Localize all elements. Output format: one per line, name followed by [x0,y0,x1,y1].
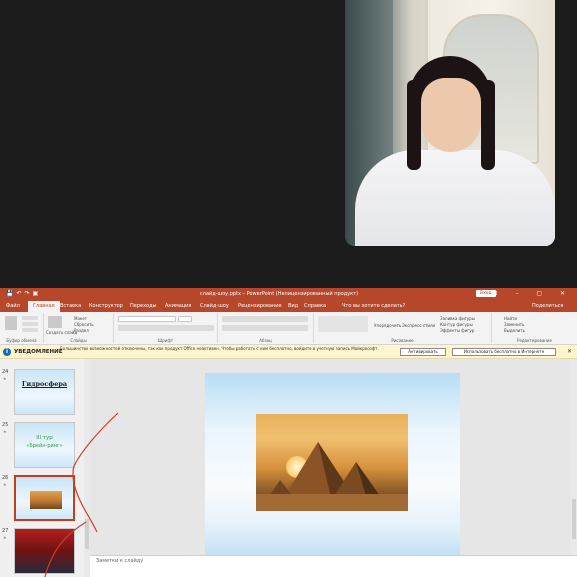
find-button[interactable]: Найти [504,316,517,321]
new-slide-button[interactable] [48,316,62,328]
webcam-video-tile [345,0,555,246]
slide-number: 25 [2,422,9,428]
section-button[interactable]: Раздел [74,328,89,333]
group-editing: Найти Заменить Выделить Редактирование [492,313,577,343]
tab-review[interactable]: Рецензирование [238,303,282,309]
slide-scrollbar-thumb[interactable] [572,499,576,539]
share-button[interactable]: Поделиться [532,303,563,309]
alignment-buttons[interactable] [222,325,308,331]
participant-hair-right [481,80,495,170]
group-label-slides: Слайды [70,338,87,343]
slide-canvas[interactable] [205,373,460,562]
font-size-select[interactable] [178,316,192,322]
tab-transitions[interactable]: Переходы [130,303,157,309]
new-slide-label: Создать слайд [46,330,78,335]
star-icon: ★ [3,376,7,381]
pyramids-thumbnail-image [30,491,62,509]
info-icon: i [3,348,11,356]
ribbon-tabs: Файл Главная Вставка Конструктор Переход… [0,300,577,312]
workspace: 24 ★ Гидросфера 25 ★ III тур «Брейн-ринг… [0,359,577,577]
tab-view[interactable]: Вид [288,303,298,309]
slide-number: 27 [2,528,9,534]
notes-placeholder: Заметки к слайду [96,558,144,564]
participant-shirt [355,150,555,246]
group-font: Шрифт [114,313,218,343]
list-buttons[interactable] [222,316,308,322]
slide-thumbnail-24[interactable]: Гидросфера [14,369,75,415]
group-paragraph: Абзац [218,313,314,343]
slide-number: 24 [2,369,9,375]
slide-number: 26 [2,475,9,481]
tab-help[interactable]: Справка [304,303,326,309]
reset-button[interactable]: Сбросить [74,322,94,327]
group-clipboard: Буфер обмена [0,313,44,343]
use-free-online-button[interactable]: Использовать бесплатно в Интернете [452,348,556,356]
tab-file[interactable]: Файл [6,303,20,309]
star-icon: ★ [3,535,7,540]
group-label-clipboard: Буфер обмена [6,338,37,343]
slide-scrollbar[interactable] [571,359,577,555]
notification-title: УВЕДОМЛЕНИЕ [14,349,63,355]
notification-bar: i УВЕДОМЛЕНИЕ Большинство возможностей о… [0,345,577,359]
tell-me-search[interactable]: Что вы хотите сделать? [342,303,405,309]
tab-insert[interactable]: Вставка [60,303,81,309]
screen: 💾↶↷▣ слайд-шоу.pptx – PowerPoint (Нелице… [0,0,577,577]
shape-outline-button[interactable]: Контур фигуры [440,322,473,327]
tab-design[interactable]: Конструктор [89,303,123,309]
powerpoint-window: 💾↶↷▣ слайд-шоу.pptx – PowerPoint (Нелице… [0,288,577,577]
thumbnail-scrollbar[interactable] [84,359,90,577]
font-format-buttons[interactable] [118,325,214,331]
group-drawing: Упорядочить Экспресс-стили Заливка фигур… [314,313,492,343]
tab-home[interactable]: Главная [28,301,60,312]
pyramids-drawing [256,442,408,511]
group-slides: Создать слайд Макет Сбросить Раздел Слай… [44,313,114,343]
thumbnail-scrollbar-thumb[interactable] [85,519,89,549]
group-label-paragraph: Абзац [259,338,272,343]
select-button[interactable]: Выделить [504,328,525,333]
group-label-drawing: Рисование [391,338,414,343]
ribbon: Буфер обмена Создать слайд Макет Сбросит… [0,312,577,345]
shape-fill-button[interactable]: Заливка фигуры [440,316,475,321]
slide-thumbnail-line1: III тур [36,435,53,441]
slide-thumbnail-25[interactable]: III тур «Брейн-ринг» [14,422,75,468]
font-name-select[interactable] [118,316,176,322]
activate-button[interactable]: Активировать [400,348,446,356]
shapes-gallery[interactable] [318,316,368,332]
close-icon[interactable]: ✕ [567,348,572,355]
slide-thumbnail-27[interactable] [14,528,75,574]
paste-button[interactable] [5,316,17,330]
pyramids-image[interactable] [256,414,408,511]
quick-access-toolbar[interactable]: 💾↶↷▣ [6,290,41,297]
participant-hair-left [407,80,421,170]
slide-thumbnail-26[interactable] [14,475,75,521]
desert-ground [256,494,408,511]
participant-face [421,78,481,152]
quick-styles-button[interactable]: Экспресс-стили [402,323,435,328]
layout-button[interactable]: Макет [74,316,87,321]
group-label-editing: Редактирование [517,338,552,343]
shape-effects-button[interactable]: Эффекты фигур [440,328,474,333]
replace-button[interactable]: Заменить [504,322,524,327]
arrange-button[interactable]: Упорядочить [374,323,401,328]
tab-animations[interactable]: Анимация [165,303,191,309]
notes-pane[interactable]: Заметки к слайду [90,555,577,577]
slide-thumbnail-pane: 24 ★ Гидросфера 25 ★ III тур «Брейн-ринг… [0,359,90,577]
window-title: слайд-шоу.pptx – PowerPoint (Нелицензиро… [200,291,359,297]
title-bar: 💾↶↷▣ слайд-шоу.pptx – PowerPoint (Нелице… [0,288,577,300]
slide-thumbnail-title: Гидросфера [21,380,68,388]
star-icon: ★ [3,482,7,487]
copy-button[interactable] [22,322,38,326]
star-icon: ★ [3,429,7,434]
group-label-font: Шрифт [157,338,174,343]
format-painter-button[interactable] [22,328,38,332]
notification-message: Большинство возможностей отключены, так … [60,346,379,351]
slide-thumbnail-line2: «Брейн-ринг» [26,443,63,449]
window-controls[interactable]: ⊟ – ▢ ✕ [493,290,573,297]
tab-slideshow[interactable]: Слайд-шоу [200,303,229,309]
cut-button[interactable] [22,316,38,320]
